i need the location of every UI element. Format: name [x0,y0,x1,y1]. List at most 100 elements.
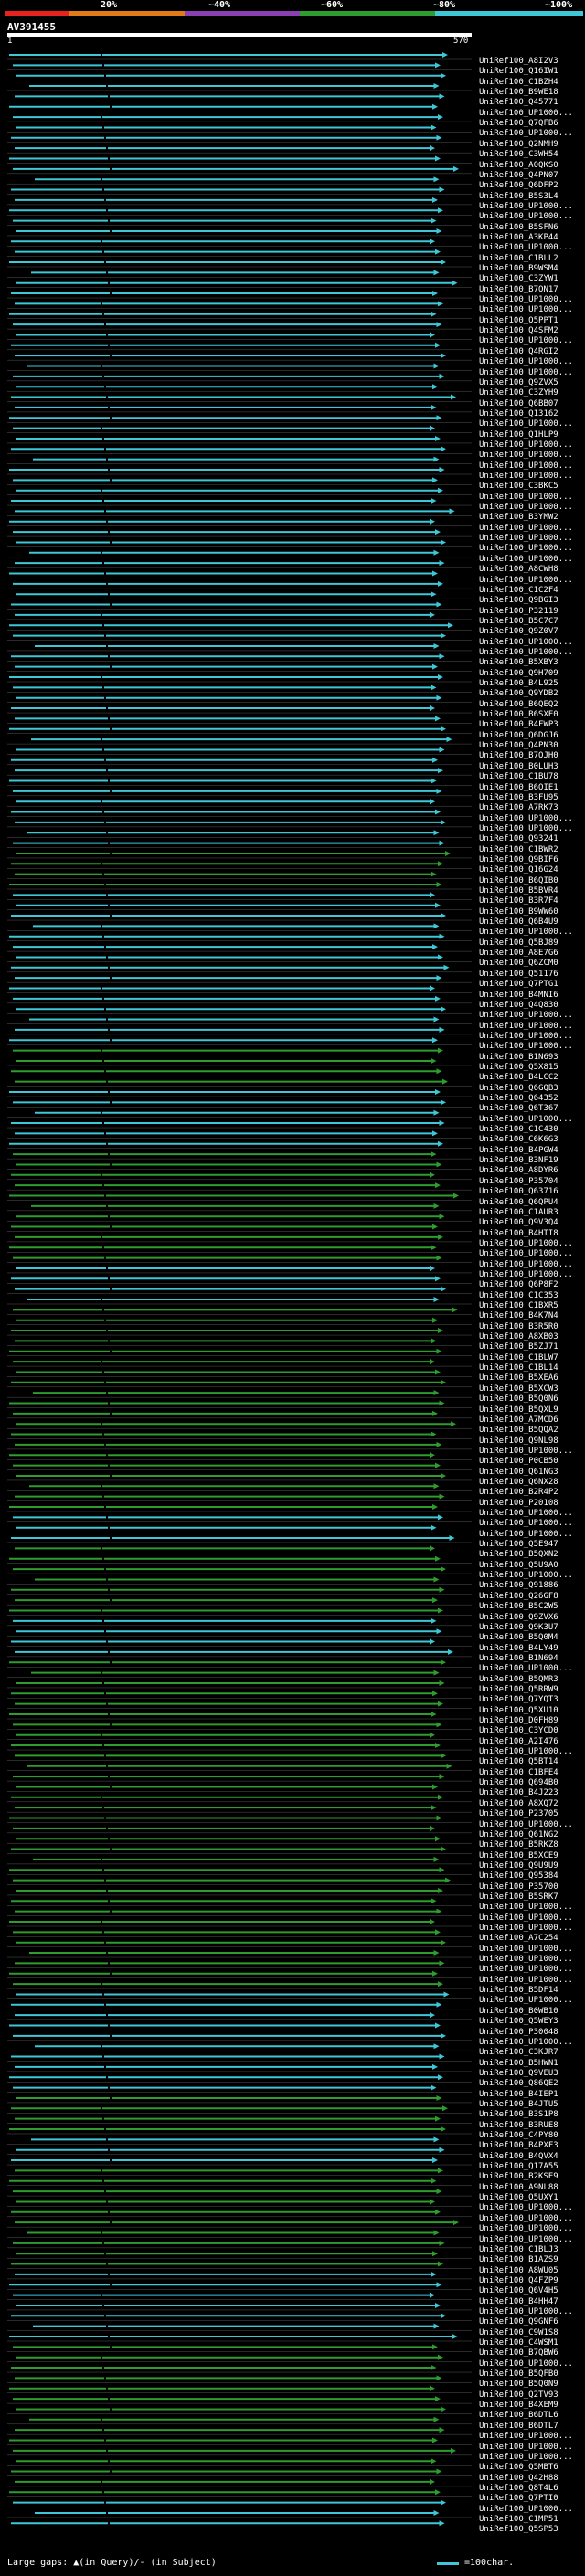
hit-link[interactable]: UniRef100_Q16IW1 [479,67,585,77]
hit-link[interactable]: UniRef100_B5Q0N6 [479,1394,585,1405]
hit-link[interactable]: UniRef100_B5RKZ8 [479,1840,585,1850]
hit-link[interactable]: UniRef100_Q4Q830 [479,1001,585,1011]
hit-link[interactable]: UniRef100_B0WB10 [479,2007,585,2017]
hit-link[interactable]: UniRef100_B3R5R0 [479,1322,585,1332]
hit-link[interactable]: UniRef100_C1BXR5 [479,1301,585,1311]
hit-link[interactable]: UniRef100_B9WE18 [479,88,585,98]
hit-link[interactable]: UniRef100_Q5XU10 [479,1706,585,1716]
hit-link[interactable]: UniRef100_UP1000... [479,524,585,534]
hit-link[interactable]: UniRef100_UP1000... [479,2235,585,2245]
hit-link[interactable]: UniRef100_C1MP51 [479,2515,585,2525]
hit-link[interactable]: UniRef100_UP1000... [479,928,585,938]
hit-link[interactable]: UniRef100_Q5X815 [479,1063,585,1073]
hit-link[interactable]: UniRef100_C1C2F4 [479,586,585,596]
hit-link[interactable]: UniRef100_UP1000... [479,824,585,834]
hit-link[interactable]: UniRef100_C1BLJ3 [479,2245,585,2255]
hit-link[interactable]: UniRef100_UP1000... [479,202,585,212]
hit-link[interactable]: UniRef100_Q7QFB6 [479,119,585,129]
hit-link[interactable]: UniRef100_Q6DFP2 [479,181,585,191]
hit-link[interactable]: UniRef100_C1BLL2 [479,254,585,264]
hit-link[interactable]: UniRef100_UP1000... [479,440,585,451]
hit-link[interactable]: UniRef100_Q64352 [479,1094,585,1104]
hit-link[interactable]: UniRef100_A9NL88 [479,2183,585,2193]
hit-link[interactable]: UniRef100_Q5U9A0 [479,1561,585,1571]
hit-link[interactable]: UniRef100_B5XEA6 [479,1373,585,1383]
hit-link[interactable]: UniRef100_UP1000... [479,109,585,119]
hit-link[interactable]: UniRef100_P20108 [479,1499,585,1509]
hit-link[interactable]: UniRef100_B3YMW2 [479,513,585,523]
hit-link[interactable]: UniRef100_UP1000... [479,1571,585,1581]
hit-link[interactable]: UniRef100_B6QIE1 [479,783,585,793]
hit-link[interactable]: UniRef100_A8DYR6 [479,1166,585,1176]
hit-link[interactable]: UniRef100_Q7PTI0 [479,2494,585,2504]
hit-link[interactable]: UniRef100_C1C353 [479,1291,585,1301]
hit-link[interactable]: UniRef100_B6DTL7 [479,2422,585,2432]
hit-link[interactable]: UniRef100_Q5SP53 [479,2525,585,2535]
hit-link[interactable]: UniRef100_Q4RGI2 [479,347,585,357]
hit-link[interactable]: UniRef100_C1BZH4 [479,78,585,88]
hit-link[interactable]: UniRef100_B5QMR3 [479,1675,585,1685]
hit-link[interactable]: UniRef100_A3KP44 [479,233,585,243]
hit-link[interactable]: UniRef100_Q4PN07 [479,171,585,181]
hit-link[interactable]: UniRef100_Q95384 [479,1871,585,1882]
hit-link[interactable]: UniRef100_B4K7N4 [479,1311,585,1321]
hit-link[interactable]: UniRef100_Q6V4H5 [479,2286,585,2296]
hit-link[interactable]: UniRef100_Q9Z0V7 [479,627,585,637]
hit-link[interactable]: UniRef100_C4WSM1 [479,2338,585,2348]
hit-link[interactable]: UniRef100_B5DF14 [479,1986,585,1996]
hit-link[interactable]: UniRef100_Q51176 [479,970,585,980]
hit-link[interactable]: UniRef100_UP1000... [479,1664,585,1674]
hit-link[interactable]: UniRef100_Q4PN30 [479,741,585,751]
hit-link[interactable]: UniRef100_P35704 [479,1177,585,1187]
hit-link[interactable]: UniRef100_B6DTL6 [479,2411,585,2421]
hit-link[interactable]: UniRef100_Q694B0 [479,1778,585,1788]
hit-link[interactable]: UniRef100_B4JTU5 [479,2100,585,2110]
hit-link[interactable]: UniRef100_B3NF19 [479,1156,585,1166]
hit-link[interactable]: UniRef100_Q5BJ89 [479,938,585,949]
hit-link[interactable]: UniRef100_Q9NL98 [479,1436,585,1447]
hit-link[interactable]: UniRef100_B5Q0M4 [479,1633,585,1643]
hit-link[interactable]: UniRef100_B4LY49 [479,1644,585,1654]
hit-link[interactable]: UniRef100_C4PY80 [479,2131,585,2141]
hit-link[interactable]: UniRef100_A7C254 [479,1934,585,1944]
hit-link[interactable]: UniRef100_UP1000... [479,493,585,503]
hit-link[interactable]: UniRef100_UP1000... [479,544,585,554]
hit-link[interactable]: UniRef100_UP1000... [479,1519,585,1529]
hit-link[interactable]: UniRef100_A7RK73 [479,803,585,813]
hit-link[interactable]: UniRef100_Q6P8F2 [479,1280,585,1290]
hit-link[interactable]: UniRef100_B4J223 [479,1788,585,1798]
hit-link[interactable]: UniRef100_UP1000... [479,472,585,482]
hit-link[interactable]: UniRef100_B4L925 [479,679,585,689]
hit-link[interactable]: UniRef100_Q6QPU4 [479,1198,585,1208]
hit-link[interactable]: UniRef100_A8XQ72 [479,1799,585,1809]
hit-link[interactable]: UniRef100_Q17A55 [479,2162,585,2172]
hit-link[interactable]: UniRef100_UP1000... [479,212,585,222]
hit-link[interactable]: UniRef100_Q6GQB3 [479,1084,585,1094]
hit-link[interactable]: UniRef100_B3S1P8 [479,2110,585,2120]
hit-link[interactable]: UniRef100_Q9ZVX5 [479,378,585,388]
hit-link[interactable]: UniRef100_B5QQA2 [479,1426,585,1436]
hit-link[interactable]: UniRef100_UP1000... [479,295,585,305]
hit-link[interactable]: UniRef100_UP1000... [479,461,585,472]
hit-link[interactable]: UniRef100_UP1000... [479,305,585,315]
hit-link[interactable]: UniRef100_UP1000... [479,503,585,513]
hit-link[interactable]: UniRef100_UP1000... [479,2214,585,2224]
hit-link[interactable]: UniRef100_C9W1S8 [479,2328,585,2338]
hit-link[interactable]: UniRef100_UP1000... [479,2432,585,2442]
hit-link[interactable]: UniRef100_B5SFN6 [479,223,585,233]
hit-link[interactable]: UniRef100_Q9BIF6 [479,855,585,865]
hit-link[interactable]: UniRef100_C1AUR3 [479,1208,585,1218]
hit-link[interactable]: UniRef100_Q6BB07 [479,399,585,409]
hit-link[interactable]: UniRef100_UP1000... [479,814,585,824]
hit-link[interactable]: UniRef100_C1C430 [479,1125,585,1135]
hit-link[interactable]: UniRef100_UP1000... [479,576,585,586]
hit-link[interactable]: UniRef100_Q86QE2 [479,2079,585,2089]
hit-link[interactable]: UniRef100_B5QXN2 [479,1550,585,1560]
hit-link[interactable]: UniRef100_UP1000... [479,1270,585,1280]
hit-link[interactable]: UniRef100_C3ZYW1 [479,274,585,284]
hit-link[interactable]: UniRef100_B3FU95 [479,793,585,803]
hit-link[interactable]: UniRef100_C1BU78 [479,772,585,782]
hit-link[interactable]: UniRef100_UP1000... [479,1447,585,1457]
hit-link[interactable]: UniRef100_A8CWH8 [479,565,585,575]
hit-link[interactable]: UniRef100_B4HH47 [479,2297,585,2307]
